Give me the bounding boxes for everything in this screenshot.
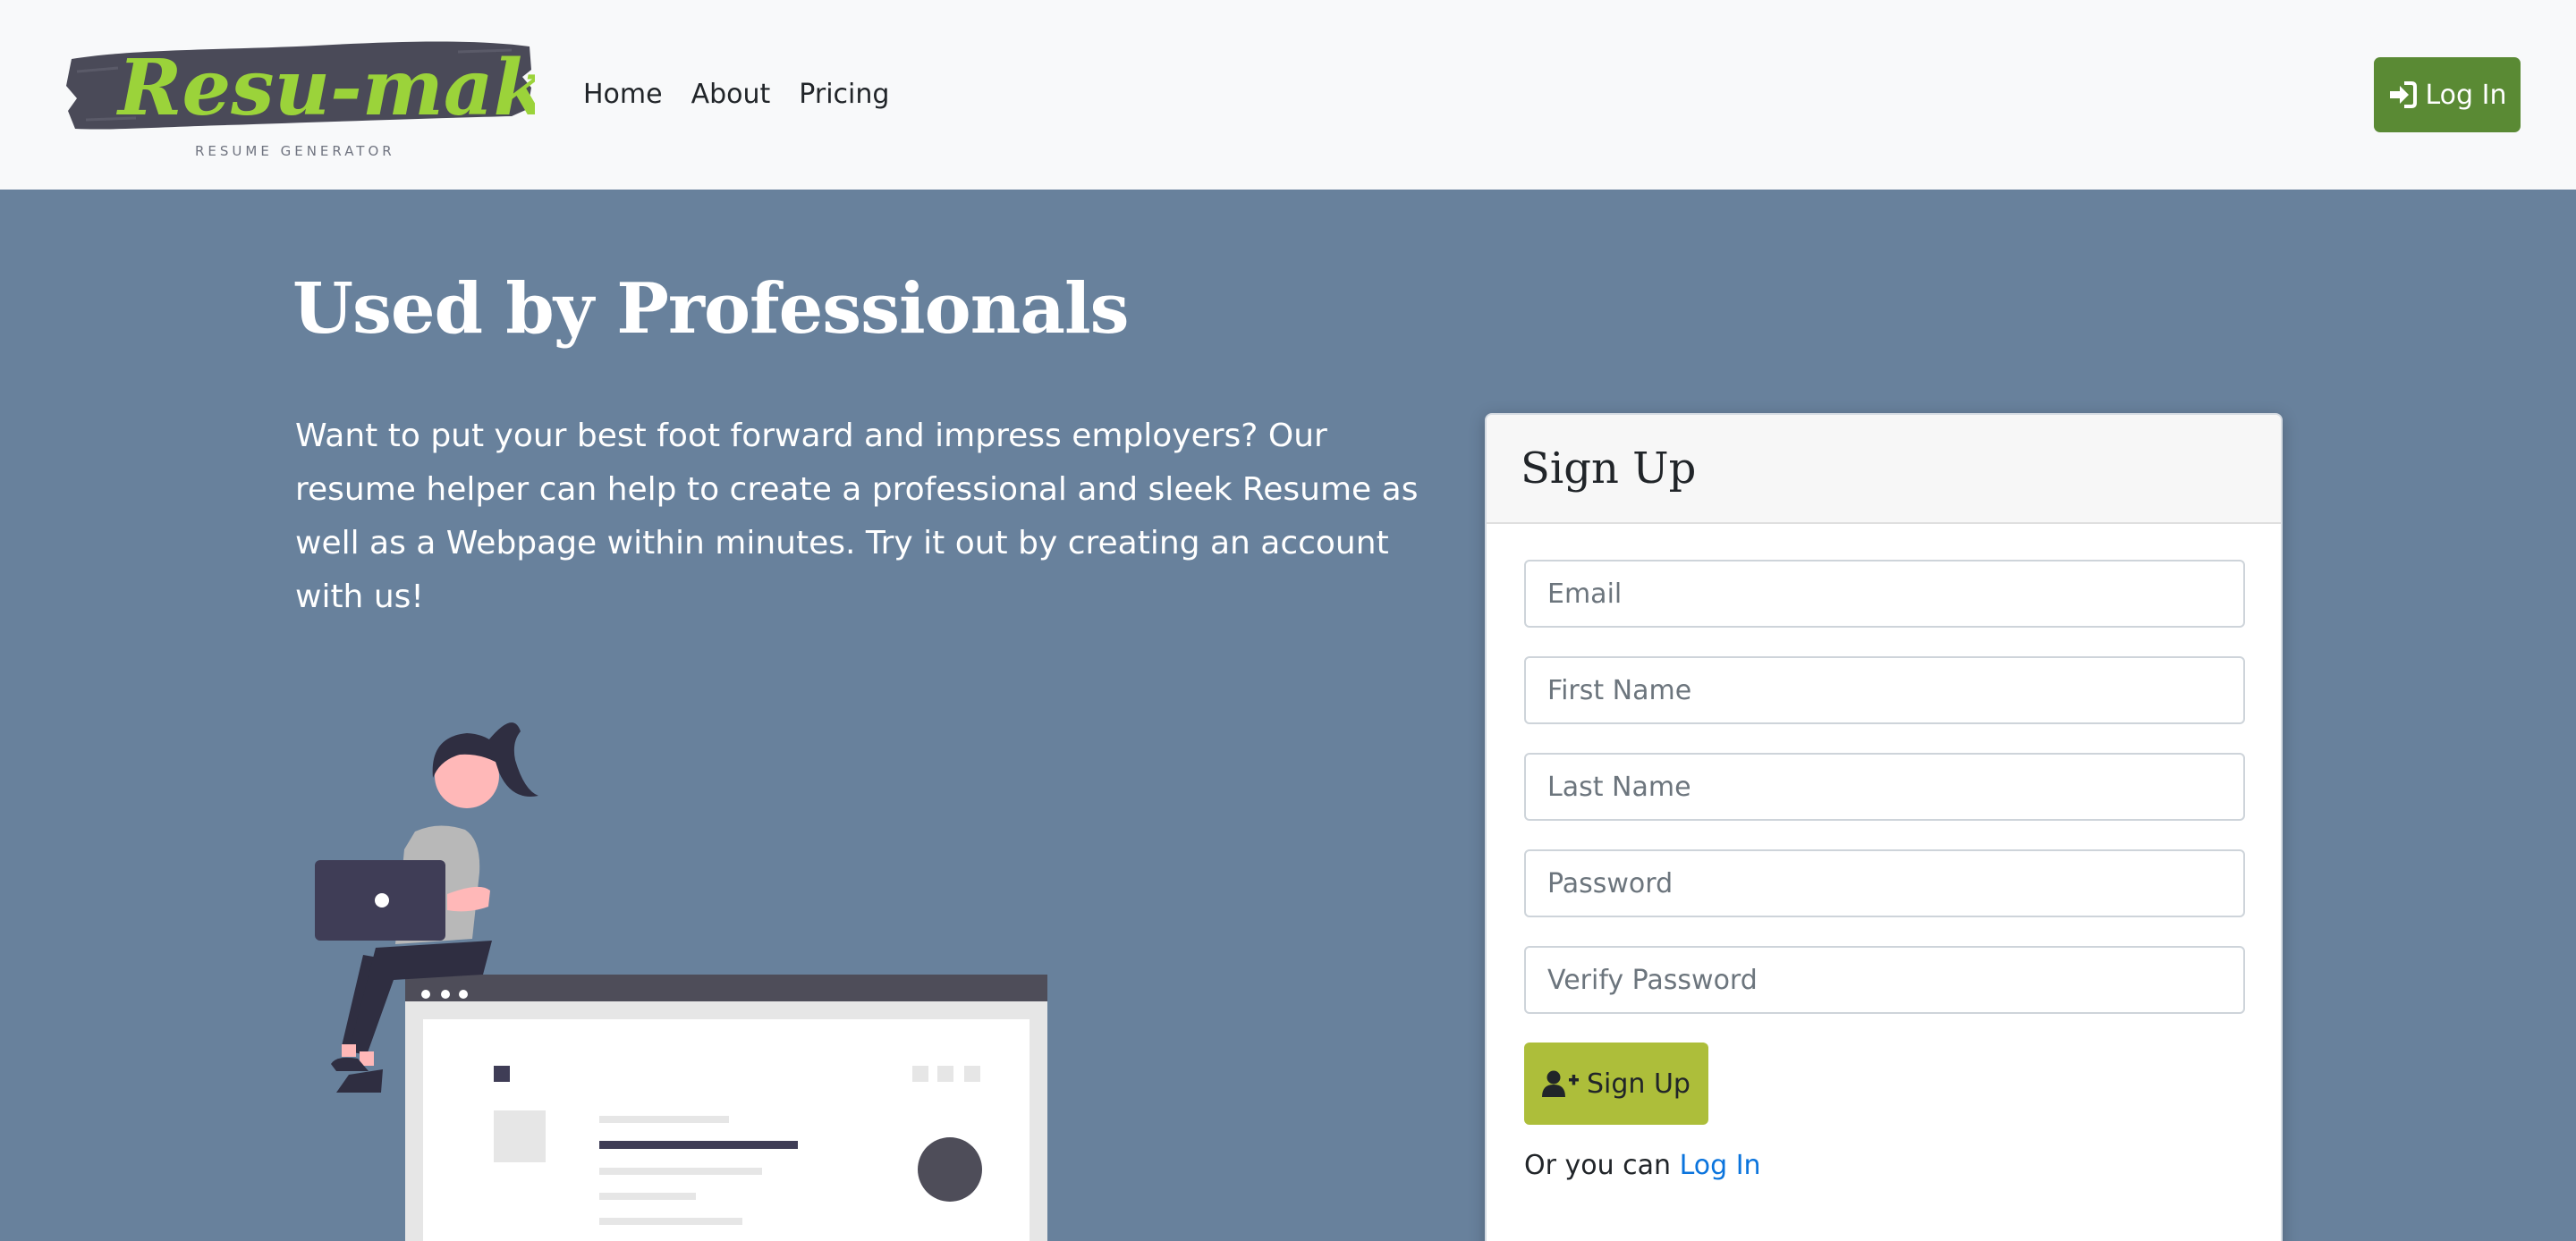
verify-password-input[interactable] [1524,946,2245,1014]
first-name-input[interactable] [1524,656,2245,724]
signup-button[interactable]: Sign Up [1524,1043,1708,1125]
hero-illustration [304,715,1055,1241]
sign-in-icon [2389,81,2417,108]
logo-text: Resu-make [115,43,535,133]
nav-about[interactable]: About [691,70,771,120]
nav-pricing[interactable]: Pricing [799,70,889,120]
signup-button-label: Sign Up [1587,1068,1690,1100]
last-name-input[interactable] [1524,753,2245,821]
hero-description: Want to put your best foot forward and i… [295,418,1419,615]
brand-logo[interactable]: Resu-make RESUME GENERATOR [64,32,535,163]
alt-login-prefix: Or you can [1524,1150,1672,1181]
navbar: Resu-make RESUME GENERATOR Home About Pr… [0,0,2576,190]
logo-tagline: RESUME GENERATOR [195,143,395,159]
login-button-label: Log In [2425,79,2507,111]
woman-with-laptop-illustration [315,722,1047,1241]
signup-title: Sign Up [1521,443,1697,494]
signup-form: Sign Up Or you can Log In [1487,524,2281,1181]
user-plus-icon [1542,1070,1579,1097]
main-nav: Home About Pricing [583,70,889,120]
signup-card-header: Sign Up [1487,415,2281,524]
login-button[interactable]: Log In [2374,57,2521,132]
hero-title: Used by Professionals [292,268,1129,350]
nav-home[interactable]: Home [583,70,663,120]
signup-card: Sign Up Sign Up Or you can Log In [1485,413,2283,1241]
password-input[interactable] [1524,849,2245,917]
email-input[interactable] [1524,560,2245,628]
alt-login-text: Or you can Log In [1524,1150,2243,1181]
alt-login-link[interactable]: Log In [1680,1150,1761,1181]
logo-brush-icon: Resu-make RESUME GENERATOR [66,41,535,159]
